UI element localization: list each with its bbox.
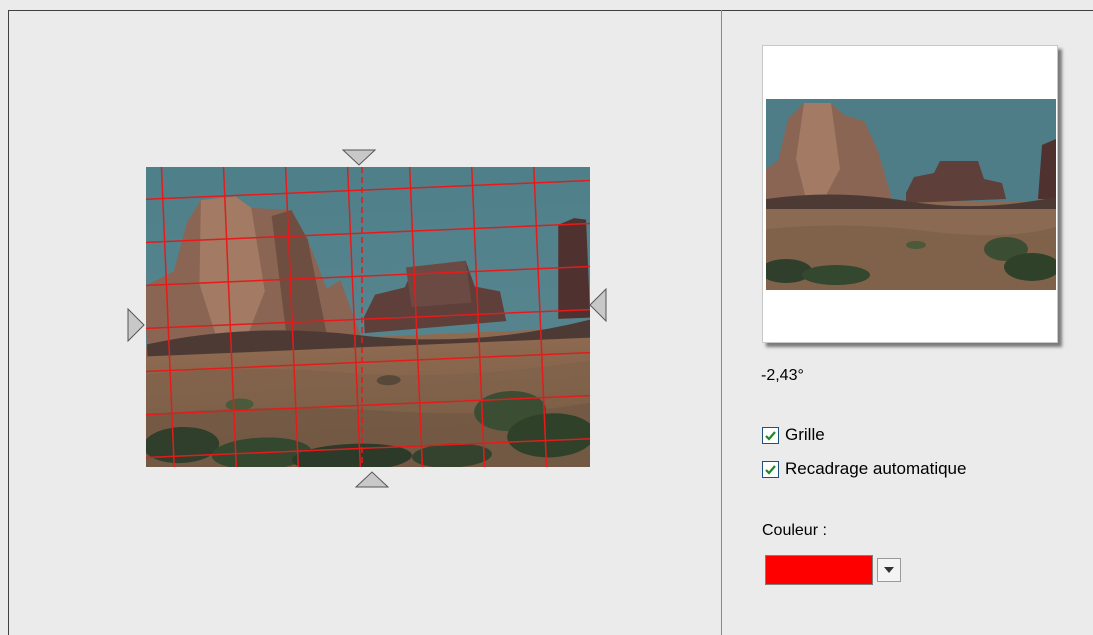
preview-thumbnail xyxy=(762,45,1058,343)
color-dropdown[interactable] xyxy=(765,555,901,585)
triangle-up-icon xyxy=(355,471,389,488)
grid-checkbox[interactable] xyxy=(762,426,779,444)
rotation-angle-readout: -2,43° xyxy=(761,367,804,384)
preview-photo xyxy=(766,99,1056,290)
chevron-down-icon xyxy=(884,567,894,573)
checkmark-icon xyxy=(765,464,776,475)
triangle-left-icon xyxy=(589,288,607,322)
autocrop-option[interactable]: Recadrage automatique xyxy=(762,459,966,479)
straighten-image[interactable] xyxy=(146,167,590,467)
color-dropdown-button[interactable] xyxy=(877,558,901,582)
triangle-right-icon xyxy=(127,308,145,342)
grid-option[interactable]: Grille xyxy=(762,425,825,445)
grid-checkbox-label: Grille xyxy=(785,425,825,444)
color-label: Couleur : xyxy=(762,522,827,539)
top-rotation-handle[interactable] xyxy=(342,149,376,167)
left-rotation-handle[interactable] xyxy=(126,308,146,342)
bottom-rotation-handle[interactable] xyxy=(355,470,389,488)
color-swatch[interactable] xyxy=(765,555,873,585)
checkmark-icon xyxy=(765,430,776,441)
triangle-down-icon xyxy=(342,149,376,166)
panel-divider xyxy=(721,10,722,635)
autocrop-checkbox-label: Recadrage automatique xyxy=(785,459,967,478)
right-rotation-handle[interactable] xyxy=(588,288,608,322)
autocrop-checkbox[interactable] xyxy=(762,460,779,478)
landscape-photo xyxy=(146,167,590,467)
